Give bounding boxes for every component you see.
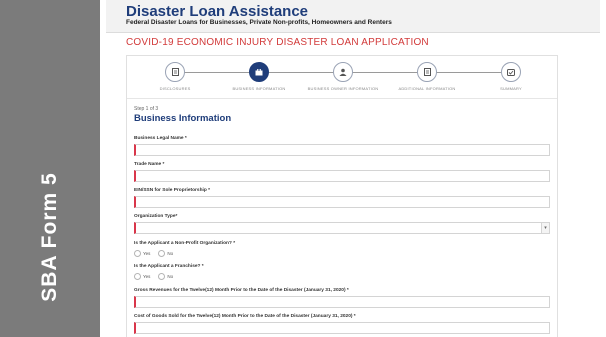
ein-input[interactable] <box>134 196 550 208</box>
nonprofit-no-radio[interactable]: No <box>158 250 173 257</box>
step-disclosures[interactable]: DISCLOSURES <box>135 62 215 91</box>
step-label: DISCLOSURES <box>159 86 191 91</box>
radio-circle-icon <box>158 250 166 257</box>
radio-circle-icon <box>134 250 141 257</box>
franchise-no-radio[interactable]: No <box>158 273 173 280</box>
briefcase-icon <box>249 62 269 82</box>
chevron-down-icon[interactable]: ▾ <box>541 223 549 233</box>
step-summary[interactable]: SUMMARY <box>471 62 551 91</box>
cost-of-goods-input[interactable] <box>134 322 550 334</box>
gross-revenues-input[interactable] <box>134 296 550 308</box>
radio-label: No <box>167 274 174 279</box>
radio-label: Yes <box>143 274 151 279</box>
organization-type-select[interactable]: ▾ <box>134 222 550 234</box>
radio-circle-icon <box>158 273 166 280</box>
sidebar-panel: SBA Form 5 <box>0 0 100 337</box>
step-label: SUMMARY <box>500 86 522 91</box>
franchise-radio-group: Yes No <box>134 273 173 280</box>
step-label: BUSINESS OWNER INFORMATION <box>307 86 379 91</box>
step-label: ADDITIONAL INFORMATION <box>398 86 456 91</box>
section-title: Business Information <box>134 113 232 124</box>
radio-circle-icon <box>134 273 141 280</box>
business-legal-name-label: Business Legal Name * <box>134 136 187 141</box>
ein-label: EIN/SSN for Sole Proprietorship * <box>134 188 210 193</box>
form-card: DISCLOSURES BUSINESS INFORMATION BUSINES… <box>126 55 558 337</box>
step-business-information[interactable]: BUSINESS INFORMATION <box>219 62 299 91</box>
document-icon <box>417 62 437 82</box>
step-counter: Step 1 of 3 <box>134 106 159 112</box>
site-subtitle: Federal Disaster Loans for Businesses, P… <box>126 19 392 26</box>
trade-name-input[interactable] <box>134 170 550 182</box>
site-header: Disaster Loan Assistance Federal Disaste… <box>106 0 600 33</box>
site-title: Disaster Loan Assistance <box>126 3 309 20</box>
progress-stepper: DISCLOSURES BUSINESS INFORMATION BUSINES… <box>127 56 557 99</box>
franchise-question-label: Is the Applicant a Franchise? * <box>134 264 204 269</box>
sidebar-label: SBA Form 5 <box>38 172 61 302</box>
radio-label: Yes <box>143 251 151 256</box>
trade-name-label: Trade Name * <box>134 162 165 167</box>
main-content: Disaster Loan Assistance Federal Disaste… <box>106 0 600 337</box>
step-label: BUSINESS INFORMATION <box>232 86 286 91</box>
franchise-yes-radio[interactable]: Yes <box>134 273 150 280</box>
nonprofit-radio-group: Yes No <box>134 250 173 257</box>
summary-icon <box>501 62 521 82</box>
step-business-owner-information[interactable]: BUSINESS OWNER INFORMATION <box>303 62 383 91</box>
application-title: COVID-19 ECONOMIC INJURY DISASTER LOAN A… <box>126 37 429 48</box>
organization-type-label: Organization Type* <box>134 214 178 219</box>
radio-label: No <box>167 251 174 256</box>
step-additional-information[interactable]: ADDITIONAL INFORMATION <box>387 62 467 91</box>
cost-of-goods-label: Cost of Goods Sold for the Twelve(12) Mo… <box>134 314 356 319</box>
nonprofit-yes-radio[interactable]: Yes <box>134 250 150 257</box>
business-legal-name-input[interactable] <box>134 144 550 156</box>
nonprofit-question-label: Is the Applicant a Non-Profit Organizati… <box>134 241 236 246</box>
document-icon <box>165 62 185 82</box>
person-icon <box>333 62 353 82</box>
gross-revenues-label: Gross Revenues for the Twelve(12) Month … <box>134 288 349 293</box>
